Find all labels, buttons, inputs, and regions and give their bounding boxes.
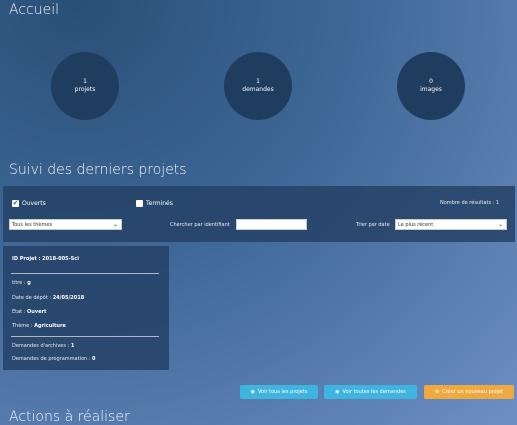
project-date: Date de dépôt : 24/05/2018 — [12, 295, 84, 301]
recent-projects-title: Suivi des derniers projets — [9, 162, 187, 178]
project-etat-value: Ouvert — [27, 309, 47, 315]
sort-label: Trier par date — [356, 222, 390, 228]
filter-termines[interactable]: Terminés — [136, 200, 173, 207]
eye-icon: ◉ — [335, 389, 340, 395]
card-divider — [11, 273, 159, 274]
view-all-requests-label: Voir toutes les demandes — [342, 389, 406, 395]
plus-icon: ⊕ — [434, 389, 440, 395]
create-project-label: Créer un nouveau projet — [442, 389, 504, 395]
stat-images[interactable]: 0 images — [397, 52, 465, 120]
project-titre-label: titre : — [12, 280, 26, 286]
stat-images-count: 0 — [429, 78, 433, 85]
stat-projets[interactable]: 1 projets — [51, 52, 119, 120]
project-prog-value: 0 — [92, 356, 96, 362]
search-input[interactable] — [236, 219, 307, 230]
create-project-button[interactable]: ⊕ Créer un nouveau projet — [424, 385, 514, 399]
project-theme-value: Agriculture — [34, 323, 66, 329]
actions-title: Actions à réaliser — [9, 409, 130, 425]
filter-termines-label: Terminés — [146, 200, 173, 207]
stat-demandes[interactable]: 1 demandes — [224, 52, 292, 120]
project-id: ID Projet : 2018-005-Sci — [12, 256, 79, 262]
page-title: Accueil — [9, 2, 59, 18]
project-titre: titre : g — [12, 280, 31, 286]
project-titre-value: g — [27, 280, 31, 286]
project-theme: Thème : Agriculture — [12, 323, 66, 329]
project-archives-value: 1 — [70, 343, 75, 349]
search-label: Chercher par identifiant — [170, 222, 230, 228]
view-all-projects-label: Voir tous les projets — [257, 389, 308, 395]
stat-demandes-count: 1 — [256, 78, 260, 85]
filter-ouverts-label: Ouverts — [22, 200, 46, 207]
project-archives-label: Demandes d'archives : — [12, 343, 70, 349]
project-date-value: 24/05/2018 — [52, 295, 85, 301]
chevron-down-icon: ⌄ — [112, 221, 118, 228]
project-theme-label: Thème : — [12, 323, 33, 329]
filters-panel: ✔ Ouverts Terminés Nombre de résultats :… — [3, 186, 515, 242]
chevron-down-icon: ⌄ — [497, 221, 503, 228]
project-card[interactable]: ID Projet : 2018-005-Sci titre : g Date … — [3, 246, 169, 370]
checkbox-checked-icon[interactable]: ✔ — [12, 200, 19, 207]
stat-demandes-label: demandes — [242, 86, 274, 93]
project-programmation: Demandes de programmation : 0 — [12, 356, 96, 362]
stat-projets-count: 1 — [83, 78, 87, 85]
project-id-label: ID Projet : — [12, 256, 41, 262]
checkbox-unchecked-icon[interactable] — [136, 200, 143, 207]
results-count: Nombre de résultats : 1 — [440, 200, 500, 206]
stat-images-label: images — [420, 86, 442, 93]
theme-select[interactable]: Tous les thèmes ⌄ — [9, 219, 122, 230]
view-all-projects-button[interactable]: ◉ Voir tous les projets — [240, 385, 318, 399]
project-archives: Demandes d'archives : 1 — [12, 343, 74, 349]
filter-ouverts[interactable]: ✔ Ouverts — [12, 200, 46, 207]
project-date-label: Date de dépôt : — [12, 295, 52, 301]
project-etat-label: Etat : — [12, 309, 26, 315]
card-divider — [11, 336, 159, 337]
project-etat: Etat : Ouvert — [12, 309, 46, 315]
project-prog-label: Demandes de programmation : — [12, 356, 91, 362]
view-all-requests-button[interactable]: ◉ Voir toutes les demandes — [324, 385, 417, 399]
stat-projets-label: projets — [74, 86, 96, 93]
eye-icon: ◉ — [250, 389, 255, 395]
sort-select-value: Le plus récent — [398, 221, 434, 228]
project-id-value: 2018-005-Sci — [42, 256, 79, 262]
sort-select[interactable]: Le plus récent ⌄ — [395, 219, 507, 230]
theme-select-value: Tous les thèmes — [12, 221, 53, 228]
